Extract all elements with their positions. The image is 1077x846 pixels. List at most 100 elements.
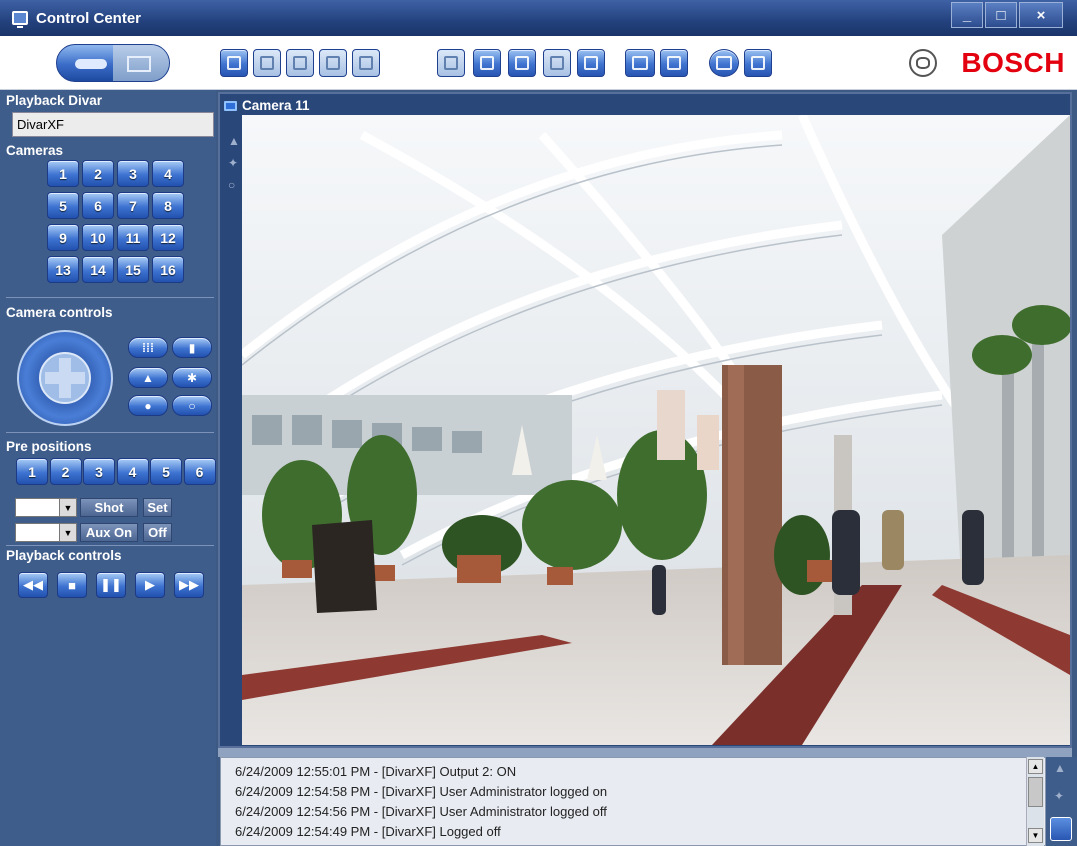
layout-single-button[interactable]: [220, 49, 248, 77]
fullscreen-button[interactable]: [543, 49, 571, 77]
layout-3x3-button[interactable]: [286, 49, 314, 77]
camera-title: Camera 11: [242, 98, 310, 113]
iris-open-icon[interactable]: ○: [172, 395, 212, 416]
camera-button-10[interactable]: 10: [82, 224, 114, 251]
log-entry: 6/24/2009 12:54:58 PM - [DivarXF] User A…: [235, 784, 608, 799]
camera-controls-title: Camera controls: [6, 305, 113, 320]
divider: [6, 432, 214, 433]
divar-field[interactable]: DivarXF: [12, 112, 214, 137]
camera-button-4[interactable]: 4: [152, 160, 184, 187]
scroll-thumb[interactable]: [1028, 777, 1043, 807]
preposition-button-1[interactable]: 1: [16, 458, 48, 485]
shot-preset-select[interactable]: [15, 498, 77, 517]
video-frame: Camera 11 ▲ ✦ ○: [218, 92, 1072, 748]
camera-monitor-icon: [224, 100, 237, 111]
snapshot-camera-icon[interactable]: [473, 49, 501, 77]
settings-wrench-icon[interactable]: [625, 49, 655, 77]
record-dot-icon: ○: [228, 178, 236, 192]
focus-near-icon[interactable]: ✱: [172, 367, 212, 388]
film-icon: [127, 56, 151, 72]
camera-button-16[interactable]: 16: [152, 256, 184, 283]
scroll-up-arrow-icon[interactable]: ▲: [1028, 759, 1043, 774]
camera-button-6[interactable]: 6: [82, 192, 114, 219]
alarm-bell-icon: ▲: [1054, 761, 1066, 775]
minimize-button[interactable]: _: [951, 2, 983, 28]
rewind-button[interactable]: ◀◀: [18, 572, 48, 598]
live-mode-icon: [75, 59, 107, 69]
play-button[interactable]: ▶: [135, 572, 165, 598]
shot-button[interactable]: Shot: [80, 498, 138, 517]
audio-speaker-icon[interactable]: [577, 49, 605, 77]
camera-button-14[interactable]: 14: [82, 256, 114, 283]
layout-2x2-button[interactable]: [253, 49, 281, 77]
camera-button-15[interactable]: 15: [117, 256, 149, 283]
camera-button-3[interactable]: 3: [117, 160, 149, 187]
zoom-in-button[interactable]: ▮: [172, 337, 212, 358]
log-entry: 6/24/2009 12:54:49 PM - [DivarXF] Logged…: [235, 824, 501, 839]
help-icon[interactable]: [709, 49, 739, 77]
fast-forward-button[interactable]: ▶▶: [174, 572, 204, 598]
camera-button-8[interactable]: 8: [152, 192, 184, 219]
ptz-joystick[interactable]: [17, 330, 113, 426]
set-button[interactable]: Set: [143, 498, 172, 517]
pause-button[interactable]: ❚❚: [96, 572, 126, 598]
log-entry: 6/24/2009 12:55:01 PM - [DivarXF] Output…: [235, 764, 517, 779]
aux-off-button[interactable]: Off: [143, 523, 172, 542]
pre-positions-title: Pre positions: [6, 439, 92, 454]
window-controls: _ □ ×: [951, 2, 1063, 28]
preposition-button-4[interactable]: 4: [116, 458, 149, 485]
log-side-icons: ▲ ✦: [1046, 757, 1077, 846]
camera-button-11[interactable]: 11: [117, 224, 149, 251]
playback-controls-title: Playback controls: [6, 548, 122, 563]
log-splitter[interactable]: [218, 748, 1072, 757]
camera-button-12[interactable]: 12: [152, 224, 184, 251]
brand-name: BOSCH: [961, 47, 1065, 78]
log-entry: 6/24/2009 12:54:56 PM - [DivarXF] User A…: [235, 804, 607, 819]
maximize-button[interactable]: □: [985, 2, 1017, 28]
motion-runner-icon: ✦: [1054, 789, 1065, 803]
divider: [6, 297, 214, 298]
layout-4x4-button[interactable]: [319, 49, 347, 77]
title-bar: Control Center _ □ ×: [0, 0, 1077, 36]
log-scrollbar[interactable]: ▲ ▼: [1026, 757, 1044, 846]
monitor-options-button[interactable]: [660, 49, 688, 77]
zoom-out-button[interactable]: ⁞⁞⁞: [128, 337, 168, 358]
live-playback-toggle[interactable]: [56, 44, 170, 82]
preposition-button-5[interactable]: 5: [150, 458, 182, 485]
camera-video-image[interactable]: [242, 115, 1070, 745]
aux-select[interactable]: [15, 523, 77, 542]
camera-button-1[interactable]: 1: [47, 160, 79, 187]
log-entry: 6/24/2009 12:53:00 PM - [DivarXF] Output…: [235, 842, 1031, 845]
camera-button-9[interactable]: 9: [47, 224, 79, 251]
camera-button-7[interactable]: 7: [117, 192, 149, 219]
camera-button-5[interactable]: 5: [47, 192, 79, 219]
cameras-title: Cameras: [6, 143, 64, 158]
motion-runner-icon: ✦: [228, 156, 239, 170]
iris-close-icon[interactable]: ●: [128, 395, 168, 416]
stop-button[interactable]: ■: [57, 572, 87, 598]
video-status-icons: ▲ ✦ ○: [228, 130, 240, 196]
focus-far-icon[interactable]: ▲: [128, 367, 168, 388]
preposition-button-3[interactable]: 3: [83, 458, 115, 485]
window-title: Control Center: [36, 9, 141, 27]
close-button[interactable]: ×: [1019, 2, 1063, 28]
mall-scene-image: [242, 115, 1070, 745]
log-list-icon[interactable]: [1050, 817, 1072, 841]
camera-button-13[interactable]: 13: [47, 256, 79, 283]
scroll-down-arrow-icon[interactable]: ▼: [1028, 828, 1043, 843]
preposition-button-6[interactable]: 6: [183, 458, 216, 485]
exit-door-icon[interactable]: [744, 49, 772, 77]
bosch-logo-icon: [909, 49, 937, 77]
camera-title-bar: Camera 11: [224, 98, 310, 113]
aux-on-button[interactable]: Aux On: [80, 523, 138, 542]
event-log[interactable]: 6/24/2009 12:55:01 PM - [DivarXF] Output…: [220, 757, 1046, 846]
play-video-button[interactable]: [508, 49, 536, 77]
camera-button-2[interactable]: 2: [82, 160, 114, 187]
alarm-bell-icon: ▲: [228, 134, 240, 148]
preposition-button-2[interactable]: 2: [49, 458, 82, 485]
divider: [6, 545, 214, 546]
export-button[interactable]: [437, 49, 465, 77]
layout-cascade-button[interactable]: [352, 49, 380, 77]
toolbar: BOSCH: [0, 36, 1077, 90]
monitor-icon: [12, 11, 28, 28]
